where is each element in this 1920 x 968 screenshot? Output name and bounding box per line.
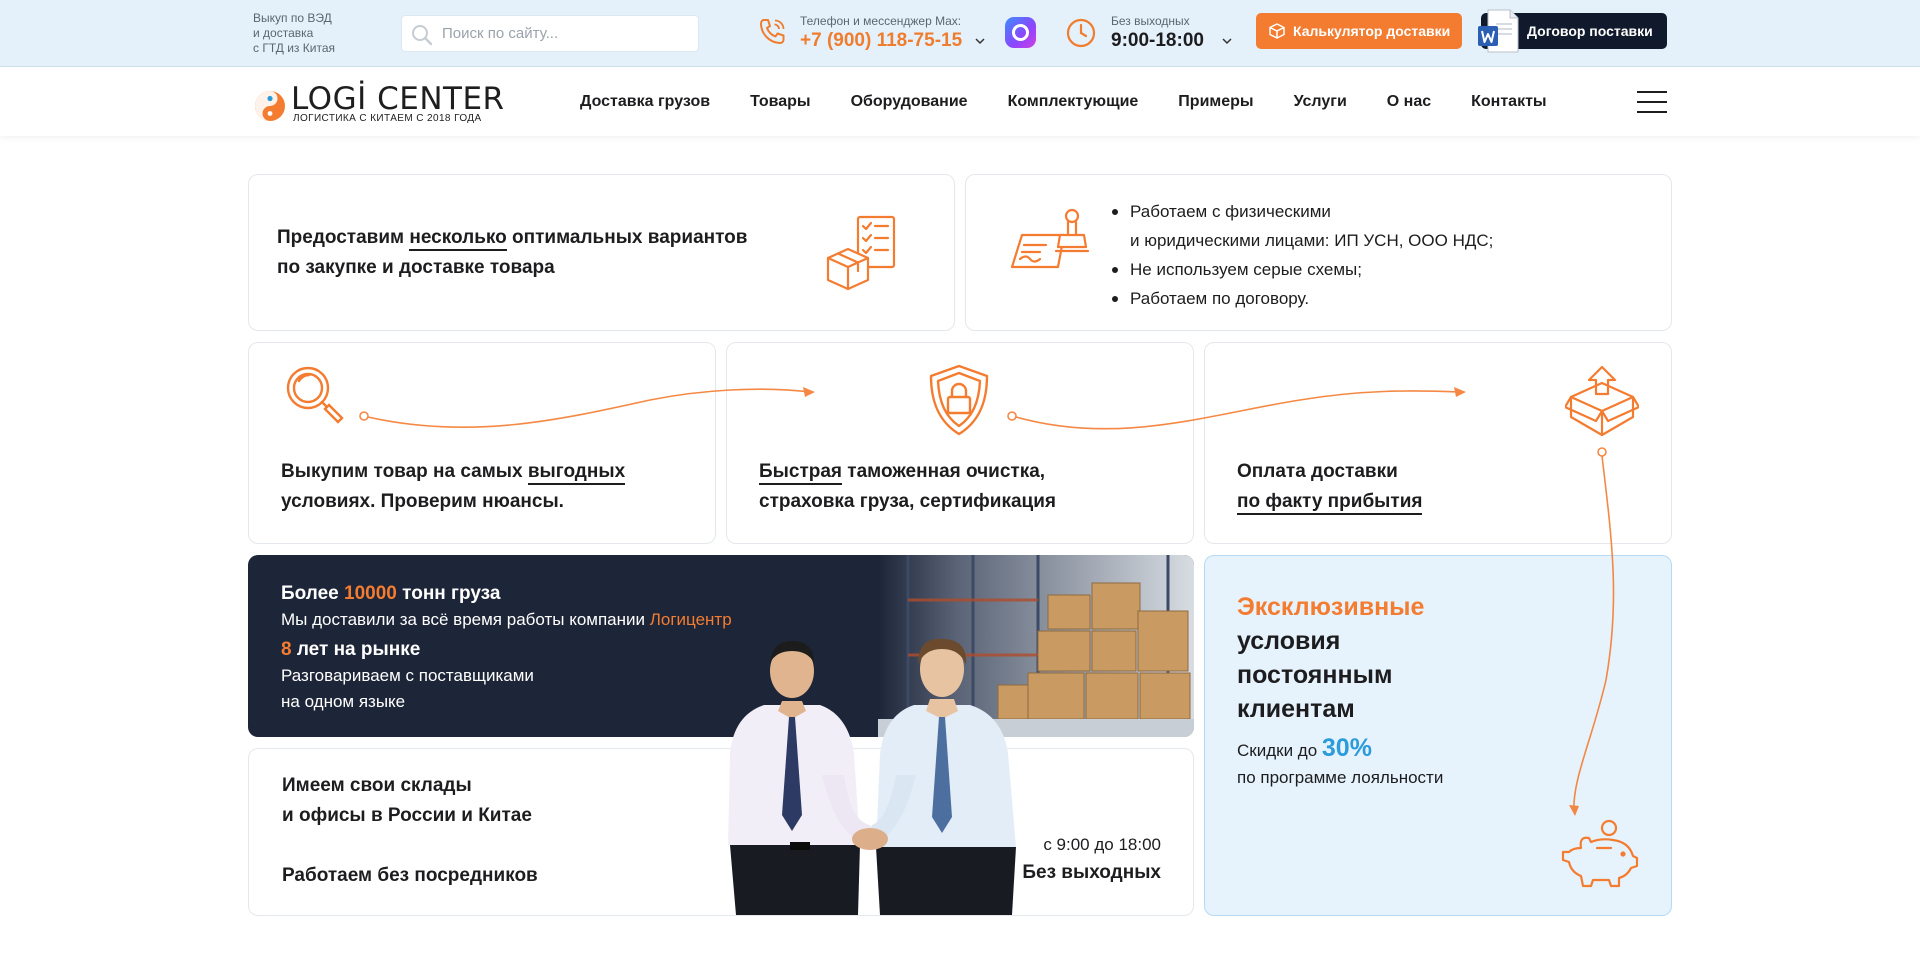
supply-contract-label: Договор поставки	[1527, 23, 1653, 39]
loyalty-title: Эксклюзивные условия постоянным клиентам	[1237, 593, 1425, 723]
buyout-card: Выкупим товар на самых выгодных условиях…	[248, 342, 716, 544]
max-messenger-icon[interactable]	[1005, 17, 1036, 48]
clock-icon	[1066, 18, 1096, 48]
warehouses-text-1: Имеем свои склады	[282, 775, 472, 796]
site-logo[interactable]: LOGİ CENTER ЛОГИСТИКА С КИТАЕМ С 2018 ГО…	[253, 81, 513, 125]
hamburger-menu-icon[interactable]	[1637, 91, 1667, 113]
customs-text: Быстрая таможенная очистка, страховка гр…	[759, 461, 1056, 512]
stats-language-2: на одном языке	[281, 692, 406, 711]
bottom-hours-time: с 9:00 до 18:00	[1043, 835, 1161, 854]
nav-item-contacts[interactable]: Контакты	[1471, 93, 1546, 111]
customs-card: Быстрая таможенная очистка, страховка гр…	[726, 342, 1194, 544]
bottom-hours-days: Без выходных	[1022, 862, 1161, 883]
logo-name: LOGİ CENTER	[291, 81, 505, 117]
search-icon	[412, 25, 433, 46]
stats-years: 8 лет на рынке	[281, 639, 421, 660]
legal-entities-card: Работаем с физическими и юридическими лиц…	[965, 174, 1672, 331]
top-bar: Выкуп по ВЭД и доставка с ГТД из Китая Т…	[0, 0, 1920, 67]
checklist-box-icon	[826, 215, 896, 291]
delivery-calculator-button[interactable]: Калькулятор доставки	[1256, 13, 1462, 49]
payment-card: Оплата доставки по факту прибытия	[1204, 342, 1672, 544]
variants-text: Предоставим несколько оптимальных вариан…	[277, 227, 748, 278]
box-icon	[1269, 23, 1285, 39]
contract-stamp-icon	[1010, 208, 1090, 269]
nav-item-services[interactable]: Услуги	[1294, 93, 1347, 111]
search-box[interactable]	[401, 15, 699, 52]
chevron-down-icon[interactable]	[975, 36, 985, 46]
bullet-item: Не используем серые схемы;	[1111, 255, 1493, 284]
payment-text: Оплата доставки по факту прибытия	[1237, 457, 1423, 517]
phone-number-link[interactable]: +7 (900) 118-75-15	[800, 30, 962, 52]
stats-tonnage: Более 10000 тонн груза	[281, 583, 501, 604]
handshake-people-image	[728, 638, 1016, 915]
legal-bullets: Работаем с физическими и юридическими лиц…	[1111, 197, 1493, 313]
warehouses-text-2: и офисы в России и Китае	[282, 805, 532, 826]
nav-item-cargo-delivery[interactable]: Доставка грузов	[580, 93, 710, 111]
nav-item-examples[interactable]: Примеры	[1178, 93, 1253, 111]
chevron-down-icon[interactable]	[1222, 36, 1232, 46]
box-upload-icon	[1565, 365, 1639, 437]
loyalty-discount: Скидки до 30%	[1237, 734, 1372, 762]
phone-icon	[760, 19, 785, 44]
nav-item-goods[interactable]: Товары	[750, 93, 811, 111]
loyalty-program-text: по программе лояльности	[1237, 768, 1444, 787]
shield-lock-icon	[929, 364, 989, 436]
word-document-icon	[1478, 9, 1519, 53]
logo-icon	[255, 91, 285, 121]
phone-label: Телефон и мессенджер Max:	[800, 14, 962, 28]
nav-item-equipment[interactable]: Оборудование	[851, 93, 968, 111]
variants-card: Предоставим несколько оптимальных вариан…	[248, 174, 955, 331]
main-navigation: LOGİ CENTER ЛОГИСТИКА С КИТАЕМ С 2018 ГО…	[0, 67, 1920, 136]
hours-label: Без выходных	[1111, 14, 1190, 28]
working-hours: 9:00-18:00	[1111, 30, 1204, 51]
stats-delivered: Мы доставили за всё время работы компани…	[281, 610, 732, 629]
loyalty-card: Эксклюзивные условия постоянным клиентам…	[1204, 555, 1672, 916]
nav-menu: Доставка грузов Товары Оборудование Комп…	[580, 67, 1587, 136]
stats-language-1: Разговариваем с поставщиками	[281, 666, 534, 685]
magnifier-icon	[286, 366, 344, 424]
delivery-calculator-label: Калькулятор доставки	[1293, 23, 1451, 39]
header-tagline: Выкуп по ВЭД и доставка с ГТД из Китая	[253, 11, 335, 55]
no-intermediaries-text: Работаем без посредников	[282, 865, 538, 886]
buyout-text: Выкупим товар на самых выгодных условиях…	[281, 461, 626, 512]
bullet-item: Работаем по договору.	[1111, 284, 1493, 313]
logo-subtitle: ЛОГИСТИКА С КИТАЕМ С 2018 ГОДА	[293, 113, 482, 124]
nav-item-components[interactable]: Комплектующие	[1008, 93, 1139, 111]
nav-item-about[interactable]: О нас	[1387, 93, 1431, 111]
search-input[interactable]	[442, 25, 682, 42]
piggy-bank-icon	[1561, 819, 1639, 888]
bullet-item: Работаем с физическими и юридическими лиц…	[1111, 197, 1493, 255]
